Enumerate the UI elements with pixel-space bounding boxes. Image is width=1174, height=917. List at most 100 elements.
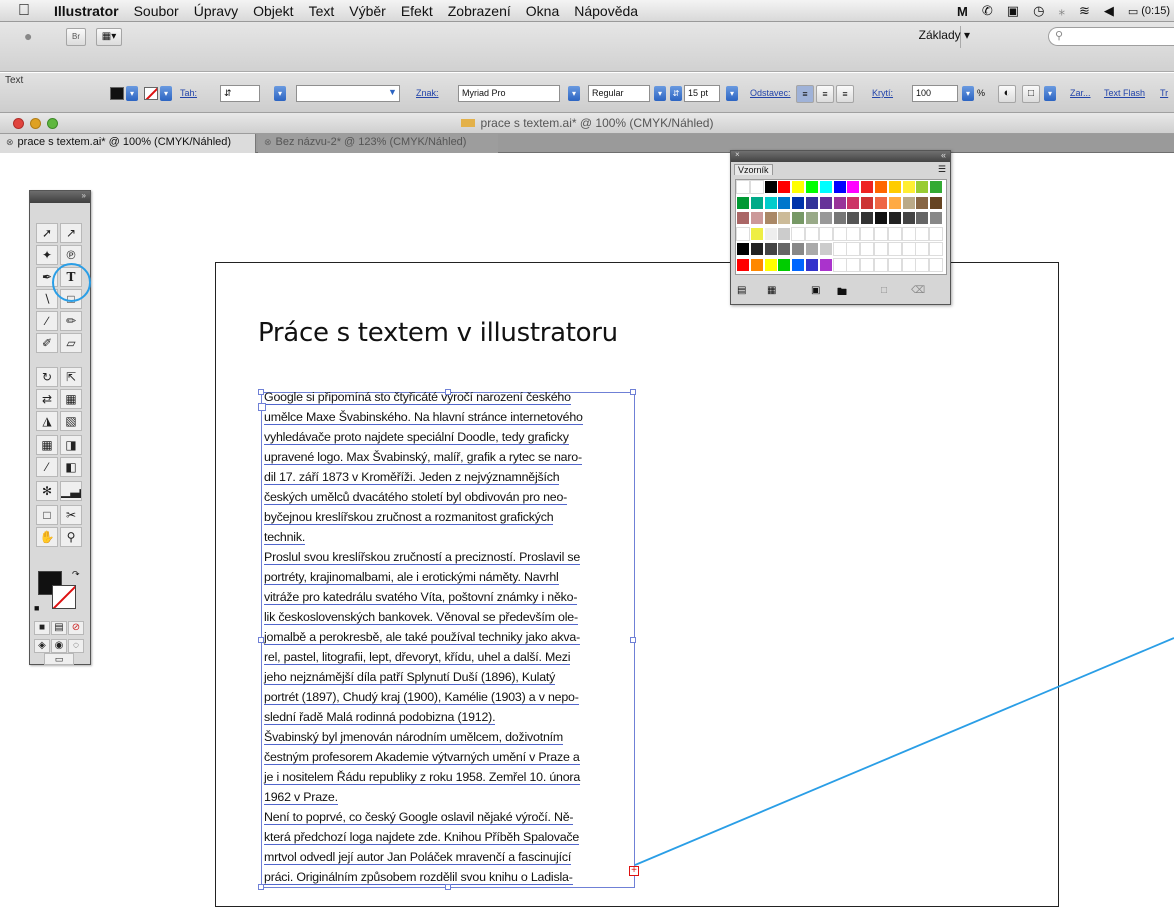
document-heading[interactable]: Práce s textem v illustratoru [258,318,618,348]
paintbrush-tool-icon[interactable]: ∕ [36,311,58,331]
variable-width-arrow[interactable]: ▼ [388,87,397,97]
stroke-weight-field[interactable]: ⇵ [220,85,260,102]
tools-panel-titlebar[interactable]: » [30,191,90,203]
swatch-cell[interactable] [887,226,902,241]
shape-builder-tool-icon[interactable]: ◮ [36,411,58,431]
swatch-cell[interactable] [750,196,763,209]
tab-close-icon[interactable]: ⊗ [264,137,272,147]
lasso-tool-icon[interactable]: ℗ [60,245,82,265]
swatch-library-icon[interactable]: ▤ [737,285,746,296]
show-swatch-kinds-icon[interactable]: ▦ [767,285,776,296]
mesh-tool-icon[interactable]: ▦ [36,435,58,455]
font-size-dropdown[interactable]: ▾ [726,86,738,101]
menu-zobrazeni[interactable]: Zobrazení [448,3,511,19]
tab-prace-s-textem[interactable]: ⊗ prace s textem.ai* @ 100% (CMYK/Náhled) [0,134,256,153]
frame-handle-top-right[interactable] [630,389,636,395]
swap-fill-stroke-icon[interactable]: ↷ [72,569,80,580]
bluetooth-icon[interactable]: ⁎ [1058,3,1065,19]
swatch-cell[interactable] [888,196,901,209]
display-icon[interactable]: ▣ [1007,3,1019,19]
symbol-sprayer-tool-icon[interactable]: ✻ [36,481,58,501]
swatch-cell[interactable] [874,242,888,256]
swatch-cell[interactable] [833,181,846,193]
gradient-mode-button[interactable]: ▤ [51,621,67,635]
paragraph-label[interactable]: Odstavec: [750,88,791,98]
swatch-cell[interactable] [819,243,832,255]
swatch-cell[interactable] [846,257,861,272]
frame-handle-bottom-left[interactable] [258,884,264,890]
swatch-cell[interactable] [806,181,818,193]
workspace-switcher[interactable]: Základy ▾ [919,28,970,42]
stroke-color-box[interactable] [52,585,76,609]
align-left-button[interactable]: ≡ [796,85,814,103]
bridge-button[interactable]: Br [66,28,86,46]
width-tool-icon[interactable]: ⇄ [36,389,58,409]
blend-tool-icon[interactable]: ◧ [60,457,82,477]
menu-app-name[interactable]: Illustrator [54,3,119,19]
transform-link[interactable]: Zar... [1070,88,1091,98]
swatch-cell[interactable] [764,181,777,193]
swatch-cell[interactable] [737,258,749,271]
tab-close-icon[interactable]: ⊗ [6,137,14,147]
swatch-cell[interactable] [833,212,846,224]
frame-handle-bottom-middle[interactable] [445,884,451,890]
pencil-tool-icon[interactable]: ✏ [60,311,82,331]
stroke-none-swatch[interactable] [144,87,158,100]
swatch-cell[interactable] [915,257,930,272]
arrange-documents-button[interactable]: ▦▾ [96,28,122,46]
artboard-tool-icon[interactable]: □ [36,505,58,525]
swatch-cell[interactable] [832,257,847,272]
swatch-options-icon[interactable]: ▣ [811,285,820,296]
swatch-cell[interactable] [792,196,805,209]
magic-wand-tool-icon[interactable]: ✦ [36,245,58,265]
eraser-tool-icon[interactable]: ▱ [60,333,82,353]
font-size-field[interactable]: 15 pt [684,85,720,102]
swatch-cell[interactable] [778,181,791,193]
swatch-cell[interactable] [860,257,875,272]
swatch-cell[interactable] [902,196,915,209]
swatch-cell[interactable] [819,258,832,271]
swatch-cell[interactable] [846,226,861,241]
swatch-cell[interactable] [860,242,875,256]
text-overflow-marker[interactable]: + [629,866,639,876]
swatch-cell[interactable] [875,212,887,224]
swatch-cell[interactable] [749,180,764,194]
swatch-cell[interactable] [901,242,916,256]
adobe-status-icon[interactable]: М [957,4,968,19]
swatch-cell[interactable] [750,227,763,240]
swatch-cell[interactable] [874,257,888,272]
swatch-cell[interactable] [847,196,860,209]
swatch-cell[interactable] [902,212,915,224]
menu-text[interactable]: Text [309,3,335,19]
swatch-cell[interactable] [792,258,805,271]
swatch-cell[interactable] [875,181,887,193]
font-family-field[interactable]: Myriad Pro [458,85,560,102]
help-search-field[interactable]: ⚲ [1048,27,1174,46]
swatch-cell[interactable] [916,212,929,224]
swatches-tab[interactable]: Vzorník [734,164,773,175]
eyedropper-tool-icon[interactable]: ⁄ [36,457,58,477]
swatch-cell[interactable] [818,226,833,241]
swatch-cell[interactable] [778,227,791,240]
gradient-tool-icon[interactable]: ◨ [60,435,82,455]
swatch-cell[interactable] [901,226,916,241]
swatch-cell[interactable] [901,257,916,272]
swatch-cell[interactable] [930,181,943,193]
swatch-cell[interactable] [764,227,777,240]
swatch-cell[interactable] [847,212,860,224]
swatch-cell[interactable] [819,181,832,193]
swatch-cell[interactable] [915,242,930,256]
panel-menu-icon[interactable]: ☰ [938,164,946,175]
fill-color-swatch[interactable] [110,87,124,100]
menu-efekt[interactable]: Efekt [401,3,433,19]
menu-okna[interactable]: Okna [526,3,559,19]
wifi-icon[interactable]: ≋ [1079,3,1090,19]
swatch-cell[interactable] [806,258,818,271]
new-color-group-icon[interactable]: 🖿 [837,285,847,302]
swatch-cell[interactable] [929,226,944,241]
document-setup-dropdown[interactable]: ▾ [1044,86,1056,101]
menu-objekt[interactable]: Objekt [253,3,293,19]
time-machine-icon[interactable]: ◷ [1033,3,1044,19]
swatch-cell[interactable] [764,212,777,224]
swatch-cell[interactable] [764,258,777,271]
